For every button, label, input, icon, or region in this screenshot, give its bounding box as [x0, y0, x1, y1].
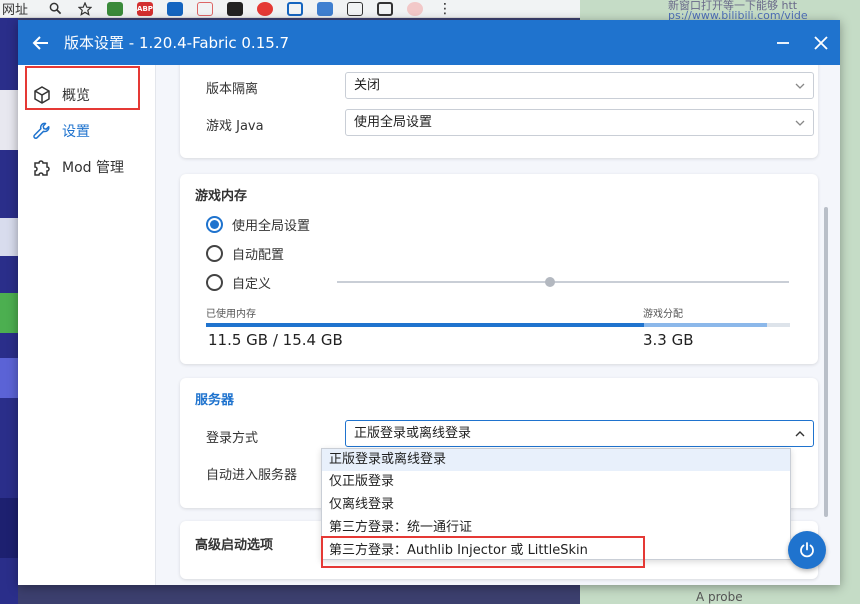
memory-slider-track[interactable] — [337, 281, 789, 283]
general-settings-card: 版本隔离 关闭 游戏 Java 使用全局设置 — [180, 65, 818, 158]
chevron-down-icon — [795, 110, 805, 135]
ext-cat-icon[interactable] — [197, 1, 213, 16]
java-select[interactable]: 使用全局设置 — [345, 109, 814, 136]
sidebar-item-settings[interactable]: 设置 — [18, 113, 156, 149]
ext-shield-icon[interactable] — [287, 1, 303, 16]
chevron-up-icon — [795, 421, 805, 446]
allocated-memory-value: 3.3 GB — [643, 331, 694, 349]
content-scrollbar[interactable] — [824, 207, 828, 517]
radio-label: 使用全局设置 — [232, 219, 311, 234]
close-icon — [814, 35, 828, 50]
radio-label: 自定义 — [232, 277, 272, 292]
memory-bar-allocated — [644, 323, 767, 327]
background-bottom-text: A probe — [696, 590, 743, 604]
ext-blue-icon[interactable] — [167, 1, 183, 16]
memory-bar-used — [206, 323, 644, 327]
memory-slider-thumb[interactable] — [545, 277, 555, 287]
advanced-title: 高级启动选项 — [195, 538, 274, 553]
sidebar-item-mods[interactable]: Mod 管理 — [18, 149, 156, 185]
avatar-icon[interactable] — [407, 1, 423, 16]
sidebar-item-label: Mod 管理 — [62, 160, 124, 176]
back-button[interactable] — [18, 20, 52, 65]
highlight-box-settings — [25, 66, 140, 110]
login-option-offline-only[interactable]: 仅离线登录 — [322, 494, 790, 516]
login-method-label: 登录方式 — [206, 431, 259, 446]
window-title: 版本设置 - 1.20.4-Fabric 0.15.7 — [64, 34, 290, 52]
launch-button[interactable] — [788, 531, 826, 569]
puzzle-icon — [32, 157, 52, 177]
java-value: 使用全局设置 — [354, 115, 433, 130]
memory-option-auto[interactable]: 自动配置 — [206, 244, 284, 263]
sidebar-toggle-icon[interactable] — [377, 1, 393, 16]
isolation-label: 版本隔离 — [206, 82, 259, 97]
highlight-box-authlib — [321, 536, 645, 568]
login-option-official-or-offline[interactable]: 正版登录或离线登录 — [322, 449, 790, 471]
menu-icon[interactable]: ⋮ — [437, 1, 453, 17]
star-icon[interactable] — [77, 1, 93, 16]
memory-title: 游戏内存 — [195, 189, 248, 204]
zoom-icon[interactable] — [47, 2, 63, 16]
memory-option-custom[interactable]: 自定义 — [206, 273, 271, 292]
minimize-icon — [777, 41, 789, 44]
login-method-select[interactable]: 正版登录或离线登录 — [345, 420, 814, 447]
allocated-memory-label: 游戏分配 — [643, 309, 683, 320]
address-label: 网址 — [2, 3, 29, 18]
memory-option-global[interactable]: 使用全局设置 — [206, 215, 310, 234]
login-method-value: 正版登录或离线登录 — [354, 426, 472, 441]
login-option-official-only[interactable]: 仅正版登录 — [322, 471, 790, 493]
chevron-down-icon — [795, 73, 805, 98]
radio-label: 自动配置 — [232, 248, 285, 263]
power-icon — [800, 542, 814, 558]
isolation-select[interactable]: 关闭 — [345, 72, 814, 99]
auto-join-label: 自动进入服务器 — [206, 468, 298, 483]
server-title: 服务器 — [195, 393, 235, 408]
java-label: 游戏 Java — [206, 119, 264, 134]
used-memory-label: 已使用内存 — [206, 309, 256, 320]
version-settings-window: 版本设置 - 1.20.4-Fabric 0.15.7 概览 设置 Mod 管理 — [18, 20, 840, 585]
radio-button[interactable] — [206, 245, 223, 262]
sidebar: 概览 设置 Mod 管理 — [18, 65, 156, 585]
ext-red-icon[interactable] — [257, 1, 273, 16]
arrow-left-icon — [32, 35, 48, 50]
radio-button[interactable] — [206, 274, 223, 291]
sidebar-item-label: 设置 — [62, 124, 90, 140]
ext-dark-icon[interactable] — [227, 1, 243, 16]
ext-green-icon[interactable] — [107, 1, 123, 16]
radio-button[interactable] — [206, 216, 223, 233]
browser-toolbar: 网址 ABP ⋮ — [0, 0, 580, 18]
wrench-icon — [32, 121, 52, 141]
used-memory-value: 11.5 GB / 15.4 GB — [208, 331, 343, 349]
minimize-button[interactable] — [764, 20, 802, 65]
settings-content: 版本隔离 关闭 游戏 Java 使用全局设置 游戏内存 使用全局设置 自动配置 — [157, 65, 840, 585]
title-bar: 版本设置 - 1.20.4-Fabric 0.15.7 — [18, 20, 840, 65]
ext-person-icon[interactable] — [317, 1, 333, 16]
memory-card: 游戏内存 使用全局设置 自动配置 自定义 已使用内存 游戏分配 11.5 GB … — [180, 174, 818, 364]
isolation-value: 关闭 — [354, 78, 381, 93]
background-game-art — [0, 18, 18, 604]
abp-icon[interactable]: ABP — [137, 1, 153, 16]
puzzle-ext-icon[interactable] — [347, 1, 363, 16]
close-button[interactable] — [802, 20, 840, 65]
